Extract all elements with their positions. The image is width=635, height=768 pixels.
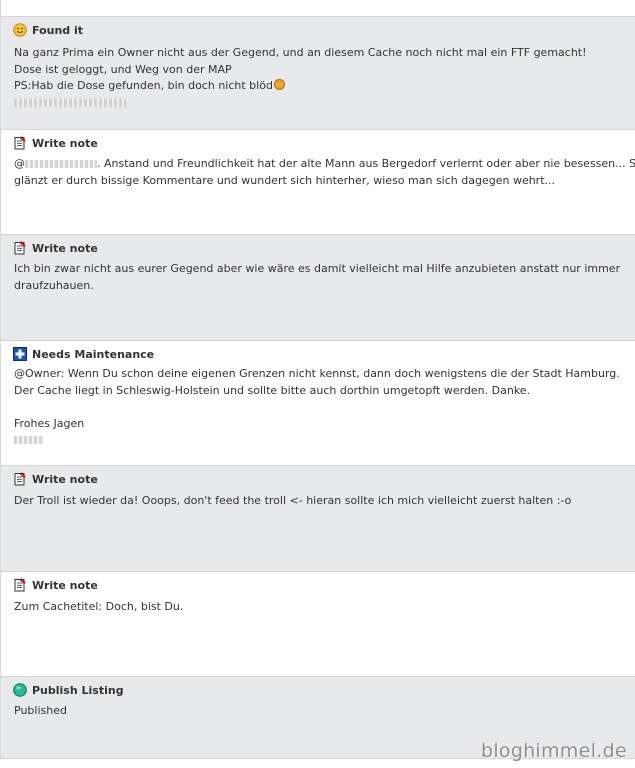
log-text-line: Der Troll ist wieder da! Ooops, don't fe… — [14, 494, 572, 507]
log-entry-write-note: Write note Zum Cachetitel: Doch, bist Du… — [0, 571, 635, 676]
log-text-line: Published — [14, 704, 67, 717]
watermark: bloghimmel.de — [480, 740, 627, 762]
smiley-icon — [13, 23, 27, 37]
log-type-label: Write note — [32, 136, 98, 150]
log-type-label: Needs Maintenance — [32, 347, 155, 361]
log-text-line: Na ganz Prima ein Owner nicht aus der Ge… — [14, 46, 587, 59]
log-text-line: Ich bin zwar nicht aus eurer Gegend aber… — [14, 262, 621, 275]
previous-log-bottom — [0, 0, 635, 16]
log-header: Publish Listing — [13, 682, 124, 698]
log-header: Write note — [13, 135, 98, 151]
redacted-signature — [14, 98, 126, 107]
redacted-username — [25, 160, 97, 168]
maintenance-icon — [13, 347, 27, 361]
note-icon — [13, 241, 27, 255]
redacted-signature — [14, 436, 44, 444]
note-icon — [13, 472, 27, 486]
log-type-label: Write note — [32, 241, 98, 255]
log-text-line: draufzuhauen. — [14, 278, 94, 292]
log-header: Write note — [13, 577, 98, 593]
log-text-line: @Owner: Wenn Du schon deine eigenen Gren… — [14, 367, 620, 380]
log-text: Zum Cachetitel: Doch, bist Du. — [14, 599, 635, 616]
log-type-label: Publish Listing — [32, 683, 124, 697]
log-entry-write-note: Write note Der Troll ist wieder da! Ooop… — [0, 465, 635, 571]
log-text: Der Troll ist wieder da! Ooops, don't fe… — [14, 493, 635, 510]
log-entry-needs-maintenance: Needs Maintenance @Owner: Wenn Du schon … — [0, 340, 635, 465]
log-text: @. Anstand und Freundlichkeit hat der al… — [14, 156, 635, 189]
log-text-line: glänzt er durch bissige Kommentare und w… — [14, 173, 556, 187]
log-text: Na ganz Prima ein Owner nicht aus der Ge… — [14, 45, 635, 111]
note-icon — [13, 578, 27, 592]
log-type-label: Write note — [32, 472, 98, 486]
log-entry-write-note: Write note Ich bin zwar nicht aus eurer … — [0, 234, 635, 340]
log-text: Published — [14, 703, 635, 720]
wink-smiley-icon — [273, 79, 285, 90]
log-text-line: Frohes Jagen — [14, 416, 85, 430]
note-icon — [13, 136, 27, 150]
log-type-label: Found it — [32, 23, 84, 37]
log-text-line: Zum Cachetitel: Doch, bist Du. — [14, 600, 184, 613]
log-entry-write-note: Write note @. Anstand und Freundlichkeit… — [0, 129, 635, 234]
log-text-line: PS:Hab die Dose gefunden, bin doch nicht… — [14, 79, 273, 92]
log-text-line: Der Cache liegt in Schleswig-Holstein un… — [14, 383, 531, 397]
log-header: Found it — [13, 22, 83, 38]
log-text: @Owner: Wenn Du schon deine eigenen Gren… — [14, 366, 635, 449]
log-entry-found-it: Found it Na ganz Prima ein Owner nicht a… — [0, 16, 635, 129]
log-text: Ich bin zwar nicht aus eurer Gegend aber… — [14, 261, 635, 294]
log-text-line: . Anstand und Freundlichkeit hat der alt… — [97, 157, 635, 170]
log-header: Write note — [13, 240, 98, 256]
log-type-label: Write note — [32, 578, 98, 592]
publish-icon — [13, 683, 27, 697]
log-header: Write note — [13, 471, 98, 487]
log-header: Needs Maintenance — [13, 346, 154, 362]
log-text-line: Dose ist geloggt, und Weg von der MAP — [14, 62, 232, 76]
